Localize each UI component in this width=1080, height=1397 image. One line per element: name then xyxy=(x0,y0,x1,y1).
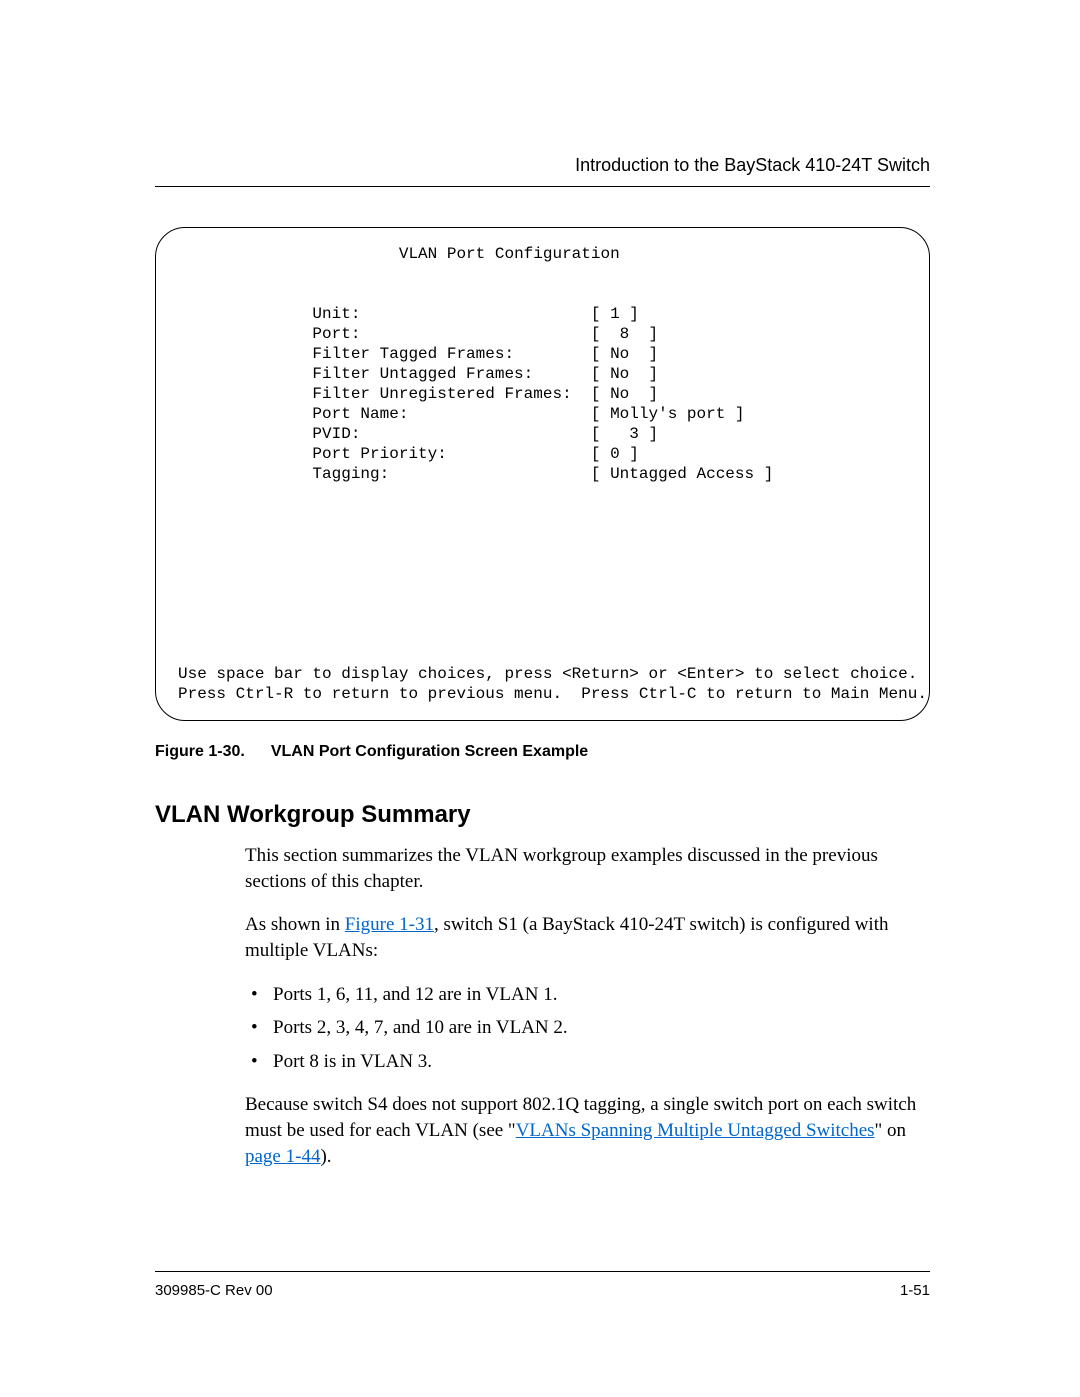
running-header: Introduction to the BayStack 410-24T Swi… xyxy=(155,155,930,176)
console-label-filter-tagged: Filter Tagged Frames: xyxy=(312,345,514,363)
document-page: Introduction to the BayStack 410-24T Swi… xyxy=(0,0,1080,1397)
text-run: " on xyxy=(875,1120,907,1141)
paragraph: Because switch S4 does not support 802.1… xyxy=(245,1092,930,1169)
console-screen: VLAN Port Configuration Unit: [ 1 ] Port… xyxy=(155,227,930,721)
console-label-filter-untagged: Filter Untagged Frames: xyxy=(312,365,533,383)
paragraph: This section summarizes the VLAN workgro… xyxy=(245,843,930,894)
figure-cross-reference-link[interactable]: Figure 1-31 xyxy=(345,914,434,935)
console-value-filter-tagged: [ No ] xyxy=(591,345,658,363)
page-cross-reference-link[interactable]: page 1-44 xyxy=(245,1146,320,1167)
list-item: Port 8 is in VLAN 3. xyxy=(245,1049,930,1075)
console-value-filter-untagged: [ No ] xyxy=(591,365,658,383)
figure-label: Figure 1-30. xyxy=(155,743,245,760)
console-label-filter-unreg: Filter Unregistered Frames: xyxy=(312,385,571,403)
section-cross-reference-link[interactable]: VLANs Spanning Multiple Untagged Switche… xyxy=(516,1120,875,1141)
console-value-port: [ 8 ] xyxy=(591,325,658,343)
list-item: Ports 2, 3, 4, 7, and 10 are in VLAN 2. xyxy=(245,1015,930,1041)
figure-caption: Figure 1-30. VLAN Port Configuration Scre… xyxy=(155,743,930,761)
console-value-unit: [ 1 ] xyxy=(591,305,639,323)
section-body: This section summarizes the VLAN workgro… xyxy=(245,843,930,1169)
console-label-port: Port: xyxy=(312,325,360,343)
section-heading: VLAN Workgroup Summary xyxy=(155,801,930,829)
list-item: Ports 1, 6, 11, and 12 are in VLAN 1. xyxy=(245,982,930,1008)
console-value-filter-unreg: [ No ] xyxy=(591,385,658,403)
console-value-port-priority: [ 0 ] xyxy=(591,445,639,463)
console-label-unit: Unit: xyxy=(312,305,360,323)
footer-rule xyxy=(155,1271,930,1272)
console-label-tagging: Tagging: xyxy=(312,465,389,483)
figure-caption-text: VLAN Port Configuration Screen Example xyxy=(271,743,588,760)
page-footer: 309985-C Rev 00 1-51 xyxy=(155,1271,930,1299)
console-title: VLAN Port Configuration xyxy=(399,245,620,263)
console-help-line-1: Use space bar to display choices, press … xyxy=(178,665,917,683)
console-value-pvid: [ 3 ] xyxy=(591,425,658,443)
bullet-list: Ports 1, 6, 11, and 12 are in VLAN 1. Po… xyxy=(245,982,930,1075)
paragraph: As shown in Figure 1-31, switch S1 (a Ba… xyxy=(245,912,930,963)
document-id: 309985-C Rev 00 xyxy=(155,1282,273,1299)
console-value-port-name: [ Molly's port ] xyxy=(591,405,745,423)
console-label-port-priority: Port Priority: xyxy=(312,445,446,463)
console-value-tagging: [ Untagged Access ] xyxy=(591,465,773,483)
console-label-pvid: PVID: xyxy=(312,425,360,443)
console-label-port-name: Port Name: xyxy=(312,405,408,423)
page-number: 1-51 xyxy=(900,1282,930,1299)
text-run: As shown in xyxy=(245,914,345,935)
console-help-line-2: Press Ctrl-R to return to previous menu.… xyxy=(178,685,927,703)
header-rule xyxy=(155,186,930,187)
text-run: ). xyxy=(320,1146,331,1167)
